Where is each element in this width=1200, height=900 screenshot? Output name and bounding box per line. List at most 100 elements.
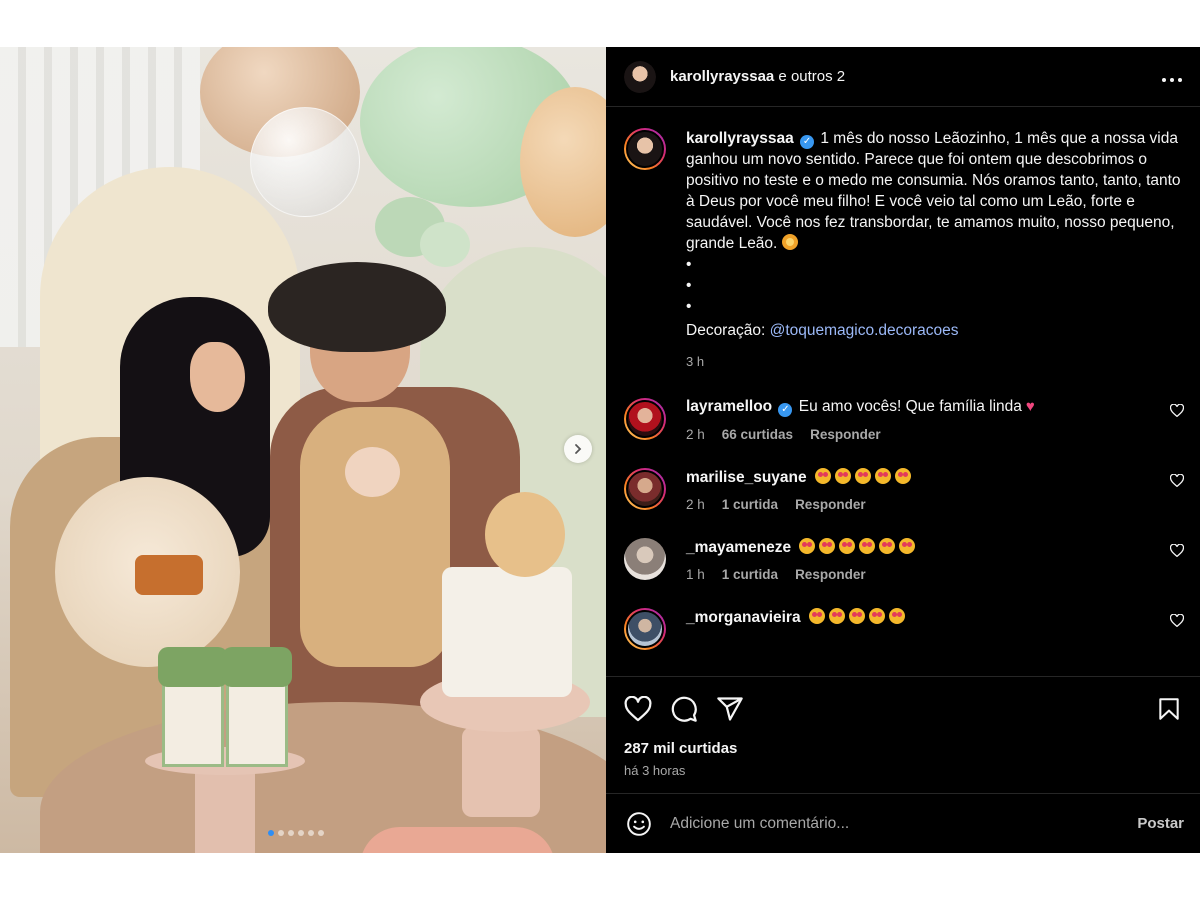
reply-button[interactable]: Responder [810, 427, 881, 442]
post-header: karollyrayssaa e outros 2 [606, 47, 1200, 107]
comment-username[interactable]: _morganavieira [686, 609, 801, 626]
avatar[interactable] [624, 608, 666, 650]
photo-man-hat [268, 262, 446, 352]
comment-item: _morganavieira [624, 608, 1185, 650]
add-comment-bar: Postar [606, 793, 1200, 853]
verified-badge-icon: ✓ [778, 403, 793, 417]
save-button[interactable] [1156, 695, 1182, 723]
heart-eyes-emoji-icon [894, 468, 911, 484]
photo-sweets-tray [360, 827, 555, 853]
verified-badge-icon: ✓ [800, 135, 815, 149]
comment-bubble-icon [671, 696, 697, 722]
post-author[interactable]: karollyrayssaa e outros 2 [670, 68, 845, 85]
avatar[interactable] [624, 128, 666, 170]
heart-eyes-emoji-icon [828, 608, 845, 624]
carousel-dot [288, 830, 294, 836]
heart-outline-icon [1169, 543, 1185, 558]
lion-face-emoji-icon [781, 234, 798, 250]
heart-outline-icon [624, 696, 652, 722]
heart-eyes-emoji-icon [888, 608, 905, 624]
comment-username[interactable]: _mayameneze [686, 539, 791, 556]
comment-username[interactable]: layramelloo [686, 398, 772, 415]
comment-text: Eu amo vocês! Que família linda [798, 398, 1022, 415]
comment-item: marilise_suyane 2 h 1 curtida Responder [624, 468, 1185, 512]
avatar-image [624, 60, 656, 93]
comment-time[interactable]: 2 h [686, 427, 705, 442]
heart-eyes-emoji-icon [834, 468, 851, 484]
emoji-button[interactable] [626, 811, 652, 837]
post-photo[interactable] [0, 47, 606, 853]
comment-time[interactable]: 2 h [686, 497, 705, 512]
comment-time[interactable]: 1 h [686, 567, 705, 582]
photo-stand [195, 767, 255, 853]
photo-cake-stand [462, 727, 540, 817]
pink-heart-emoji-icon: ♥ [1025, 398, 1035, 415]
carousel-next-button[interactable] [564, 435, 592, 463]
comment-item: _mayameneze 1 h 1 curtida Responder [624, 538, 1185, 582]
heart-outline-icon [1169, 613, 1185, 628]
heart-eyes-emoji-icon [808, 608, 825, 624]
caption-mention-link[interactable]: @toquemagico.decoracoes [770, 322, 959, 339]
author-username[interactable]: karollyrayssaa [670, 68, 774, 85]
post-comment-button[interactable]: Postar [1137, 815, 1184, 832]
instagram-post: karollyrayssaa e outros 2 karollyrayssaa… [0, 47, 1200, 853]
like-comment-button[interactable] [1169, 403, 1185, 422]
carousel-dot [308, 830, 314, 836]
avatar[interactable] [624, 60, 656, 93]
caption-dot: • [686, 256, 692, 273]
caption-text: 1 mês do nosso Leãozinho, 1 mês que a no… [686, 130, 1181, 252]
comment-likes[interactable]: 66 curtidas [722, 427, 793, 442]
comment-username[interactable]: marilise_suyane [686, 469, 807, 486]
heart-eyes-emoji-icon [839, 538, 856, 554]
carousel-dot [298, 830, 304, 836]
comment-likes[interactable]: 1 curtida [722, 497, 778, 512]
avatar[interactable] [624, 538, 666, 580]
heart-eyes-emoji-group [811, 468, 911, 486]
reply-button[interactable]: Responder [795, 497, 866, 512]
likes-count[interactable]: 287 mil curtidas [624, 740, 1182, 757]
avatar[interactable] [624, 398, 666, 440]
photo-woman-face [190, 342, 245, 412]
comment-likes[interactable]: 1 curtida [722, 567, 778, 582]
comments-section[interactable]: karollyrayssaa ✓ 1 mês do nosso Leãozinh… [606, 108, 1200, 676]
like-button[interactable] [624, 696, 652, 722]
like-comment-button[interactable] [1169, 473, 1185, 492]
photo-baby-face [345, 447, 400, 497]
photo-gift-box [162, 677, 224, 767]
caption-decor-label: Decoração: [686, 322, 770, 339]
like-comment-button[interactable] [1169, 543, 1185, 562]
heart-eyes-emoji-group [805, 608, 905, 626]
post-caption: karollyrayssaa ✓ 1 mês do nosso Leãozinh… [624, 128, 1184, 372]
post-actions: 287 mil curtidas há 3 horas [606, 676, 1200, 791]
bookmark-icon [1159, 698, 1179, 720]
chevron-right-icon [575, 444, 582, 454]
more-options-button[interactable] [1162, 66, 1182, 87]
carousel-indicator [268, 830, 324, 836]
balloon [420, 222, 470, 267]
heart-eyes-emoji-icon [819, 538, 836, 554]
reply-button[interactable]: Responder [795, 567, 866, 582]
share-button[interactable] [716, 695, 744, 723]
caption-username[interactable]: karollyrayssaa [686, 130, 794, 147]
photo-gift-bow [222, 647, 292, 687]
caption-dot: • [686, 277, 692, 294]
heart-outline-icon [1169, 473, 1185, 488]
carousel-dot [278, 830, 284, 836]
comment-button[interactable] [670, 695, 698, 723]
heart-eyes-emoji-icon [859, 538, 876, 554]
comment-input[interactable] [670, 814, 1138, 833]
post-timestamp[interactable]: há 3 horas [624, 763, 1182, 778]
paper-plane-icon [717, 697, 743, 721]
heart-eyes-emoji-icon [874, 468, 891, 484]
heart-eyes-emoji-icon [848, 608, 865, 624]
heart-eyes-emoji-icon [854, 468, 871, 484]
photo-cake-lion [485, 492, 565, 577]
caption-time[interactable]: 3 h [686, 351, 1184, 372]
like-comment-button[interactable] [1169, 613, 1185, 632]
caption-dot: • [686, 298, 692, 315]
post-side-panel: karollyrayssaa e outros 2 karollyrayssaa… [606, 47, 1200, 853]
more-horizontal-icon [1162, 78, 1182, 82]
smiley-face-icon [627, 811, 651, 836]
heart-eyes-emoji-icon [799, 538, 816, 554]
avatar[interactable] [624, 468, 666, 510]
